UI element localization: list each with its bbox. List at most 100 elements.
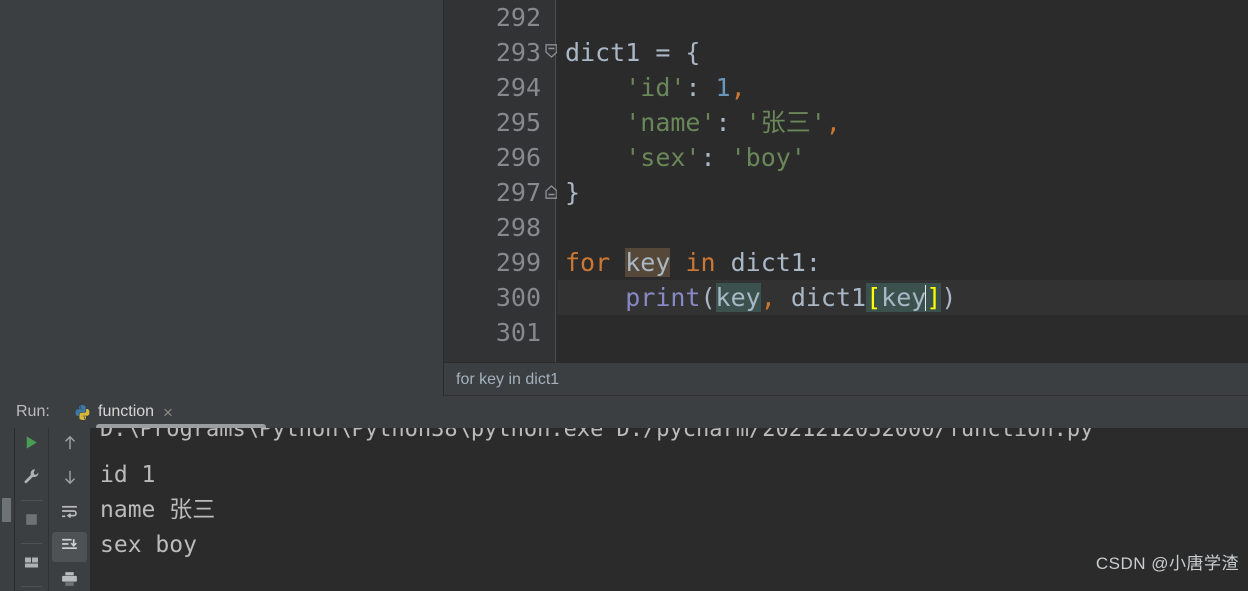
code-token: 1 (715, 73, 731, 102)
gutter-line[interactable]: 301 (444, 315, 555, 350)
code-token: dict1 (790, 283, 867, 312)
code-token: dict1: (730, 248, 821, 277)
close-icon[interactable]: × (163, 404, 173, 421)
code-token: ) (941, 283, 957, 312)
code-token: ( (700, 283, 716, 312)
console-line: name 张三 (100, 497, 216, 523)
code-token: , (760, 283, 791, 312)
code-line[interactable]: 'id': 1, (557, 70, 1248, 105)
arrow-down-icon (61, 468, 79, 491)
code-line[interactable]: 'name': '张三', (557, 105, 1248, 140)
code-token: '张三' (745, 108, 826, 137)
console-line: sex boy (100, 532, 197, 558)
code-token: { (685, 38, 701, 67)
down-the-stack-trace-button[interactable] (49, 462, 90, 496)
gutter-line[interactable]: 297 (444, 175, 558, 210)
code-line[interactable]: print(key, dict1[key]) (557, 280, 1248, 315)
arrow-up-icon (61, 434, 79, 457)
code-token: : (715, 108, 746, 137)
code-token: , (730, 73, 746, 102)
line-number: 295 (495, 108, 541, 137)
printer-icon (60, 570, 79, 591)
play-icon (23, 434, 40, 456)
run-settings-button[interactable] (15, 462, 48, 496)
gutter-line[interactable]: 296 (444, 140, 555, 175)
code-token: 'sex' (625, 143, 701, 172)
console-line: id 1 (100, 462, 156, 488)
line-number: 301 (495, 318, 541, 347)
code-token: } (565, 178, 581, 207)
code-line[interactable] (557, 0, 1248, 35)
code-token: = (655, 38, 686, 67)
code-token: in (685, 248, 731, 277)
run-tab-label: function (98, 403, 155, 420)
wrench-icon (23, 468, 40, 490)
code-line[interactable]: for key in dict1: (557, 245, 1248, 280)
line-number: 296 (495, 143, 541, 172)
line-number: 300 (495, 283, 541, 312)
code-text-area[interactable]: dict1 = { 'id': 1, 'name': '张三', 'sex': … (557, 0, 1248, 362)
code-token: : (685, 73, 716, 102)
scroll-to-end-button[interactable] (49, 530, 90, 564)
code-line[interactable]: dict1 = { (557, 35, 1248, 70)
line-number: 292 (495, 3, 541, 32)
code-token: dict1 (565, 38, 656, 67)
code-line[interactable]: 'sex': 'boy' (557, 140, 1248, 175)
stop-button[interactable] (15, 505, 48, 539)
gutter-line[interactable]: 295 (444, 105, 555, 140)
gutter-line[interactable]: 292 (444, 0, 555, 35)
run-console[interactable]: D:\Programs\Python\Python38\python.exe D… (90, 428, 1248, 591)
python-icon (74, 404, 91, 421)
code-token: [ (866, 283, 882, 312)
line-number: 297 (495, 178, 541, 207)
gutter-line[interactable]: 294 (444, 70, 555, 105)
stop-icon (23, 511, 40, 533)
toolbar-divider (21, 500, 42, 501)
rerun-button[interactable] (15, 428, 48, 462)
line-number: 299 (495, 248, 541, 277)
code-editor[interactable]: 292 293 294 295 296 297 298 299 300 301 dict1 = {… (444, 0, 1248, 362)
code-token: 'boy' (730, 143, 806, 172)
run-toolbar-secondary (48, 428, 90, 591)
up-the-stack-trace-button[interactable] (49, 428, 90, 462)
gutter-line[interactable]: 299 (444, 245, 555, 280)
breadcrumb-label: for key in dict1 (456, 371, 560, 388)
code-token: key (715, 283, 761, 312)
run-label: Run: (16, 403, 50, 420)
console-output: D:\Programs\Python\Python38\python.exe D… (90, 428, 1248, 591)
code-token: 'name' (625, 108, 716, 137)
code-line[interactable]: } (557, 175, 1248, 210)
code-line[interactable] (557, 315, 1248, 350)
gutter-line[interactable]: 298 (444, 210, 555, 245)
code-token: 'id' (625, 73, 686, 102)
strip-divider-knob[interactable] (2, 498, 11, 522)
breadcrumb[interactable]: for key in dict1 (444, 362, 1248, 396)
watermark: CSDN @小唐学渣 (1095, 554, 1239, 573)
line-number: 298 (495, 213, 541, 242)
toolbar-divider (21, 543, 42, 544)
gutter-line[interactable]: 293 (444, 35, 558, 70)
layout-icon (23, 554, 41, 576)
code-token: ] (926, 283, 942, 312)
run-toolbar-primary (14, 428, 48, 591)
code-token: key (625, 248, 671, 277)
soft-wrap-button[interactable] (49, 496, 90, 530)
print-button[interactable] (49, 564, 90, 591)
scroll-to-end-icon (60, 536, 79, 559)
editor-gutter[interactable]: 292 293 294 295 296 297 298 299 300 301 (444, 0, 558, 362)
left-panel (0, 0, 444, 396)
code-token: key (881, 283, 927, 312)
console-line: D:\Programs\Python\Python38\python.exe D… (100, 428, 1094, 442)
line-number: 294 (495, 73, 541, 102)
code-line[interactable] (557, 210, 1248, 245)
code-token: : (700, 143, 731, 172)
gutter-line[interactable]: 300 (444, 280, 555, 315)
layout-button[interactable] (15, 548, 48, 582)
soft-wrap-icon (60, 502, 79, 525)
